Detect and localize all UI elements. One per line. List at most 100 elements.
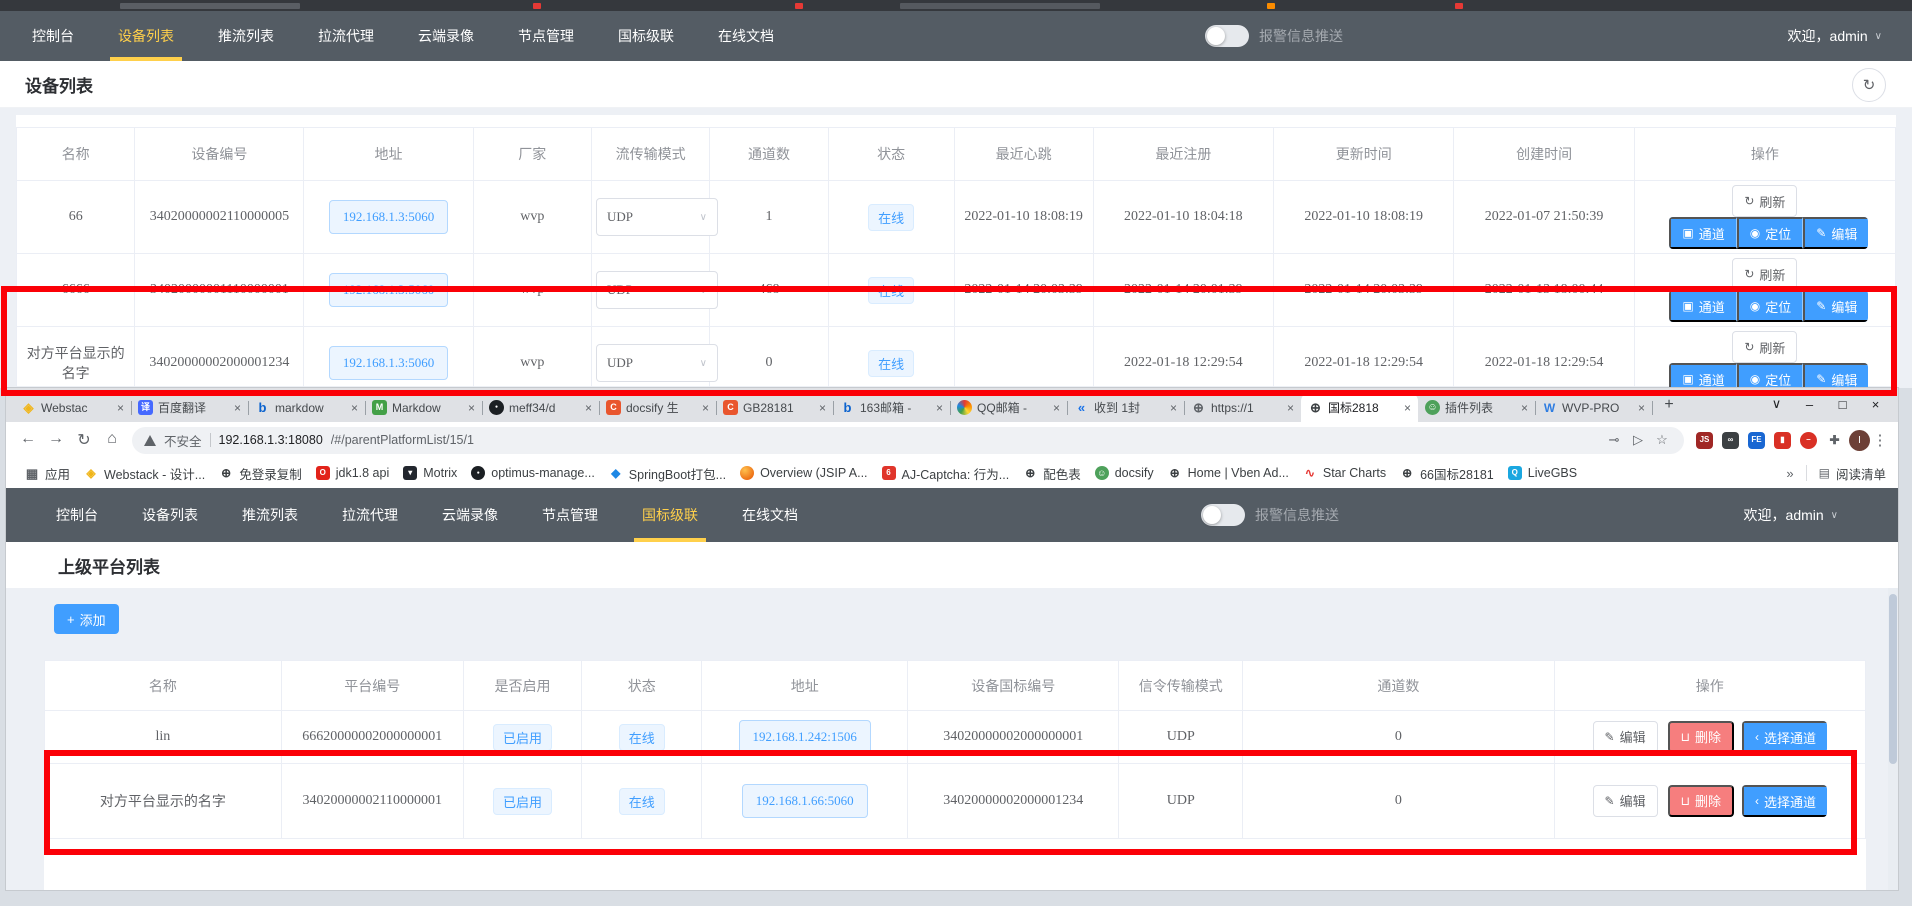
nav-tab-4[interactable]: 拉流代理: [296, 11, 396, 61]
reload-icon[interactable]: ↻: [70, 430, 98, 450]
tab-close-icon[interactable]: ×: [234, 401, 241, 415]
address-badge[interactable]: 192.168.1.66:5060: [742, 784, 868, 818]
alarm-toggle[interactable]: [1205, 25, 1249, 47]
locate-button[interactable]: ◉定位: [1737, 290, 1804, 322]
add-platform-button[interactable]: + 添加: [54, 604, 119, 634]
select-channel-button[interactable]: ‹选择通道: [1742, 721, 1827, 753]
browser-tab[interactable]: ☺插件列表×: [1418, 393, 1535, 422]
tab-close-icon[interactable]: ×: [1404, 401, 1411, 415]
tab-close-icon[interactable]: ×: [936, 401, 943, 415]
browser-tab[interactable]: b163邮箱 -×: [833, 393, 950, 422]
bookmark-item[interactable]: Ojdk1.8 api: [309, 466, 397, 480]
browser-menu-icon[interactable]: ⋮: [1870, 431, 1890, 449]
delete-button[interactable]: ⊔删除: [1668, 785, 1734, 817]
tab-close-icon[interactable]: ×: [1638, 401, 1645, 415]
channel-button[interactable]: ▣通道: [1669, 290, 1736, 322]
key-icon[interactable]: ⊸: [1602, 432, 1626, 448]
nav-tab-1[interactable]: 控制台: [10, 11, 96, 61]
bookmark-item[interactable]: ▦应用: [18, 464, 77, 483]
tab-close-icon[interactable]: ×: [468, 401, 475, 415]
js-extension-icon[interactable]: JS: [1696, 432, 1713, 449]
nav-tab-1[interactable]: 控制台: [34, 488, 120, 542]
select-channel-button[interactable]: ‹选择通道: [1742, 785, 1827, 817]
tab-close-icon[interactable]: ×: [1053, 401, 1060, 415]
stream-mode-select[interactable]: UDP∨: [596, 271, 718, 309]
nav-tab-7[interactable]: 国标级联: [620, 488, 720, 542]
refresh-button[interactable]: ↻刷新: [1732, 331, 1797, 363]
tab-close-icon[interactable]: ×: [585, 401, 592, 415]
browser-tab[interactable]: ⊕国标2818×: [1301, 393, 1418, 422]
tab-close-icon[interactable]: ×: [1170, 401, 1177, 415]
bookmark-item[interactable]: ⊕免登录复制: [212, 464, 309, 483]
nav-tab-2[interactable]: 设备列表: [120, 488, 220, 542]
nav-tab-3[interactable]: 推流列表: [220, 488, 320, 542]
edit-button[interactable]: ✎编辑: [1593, 721, 1658, 753]
nav-tab-6[interactable]: 节点管理: [520, 488, 620, 542]
nav-tab-3[interactable]: 推流列表: [196, 11, 296, 61]
new-tab-button[interactable]: +: [1656, 392, 1682, 418]
browser-tab[interactable]: 译百度翻译×: [131, 393, 248, 422]
back-icon[interactable]: ←: [14, 430, 42, 450]
browser-tab[interactable]: bmarkdow×: [248, 393, 365, 422]
forward-icon[interactable]: →: [42, 430, 70, 450]
browser-tab[interactable]: WWVP-PRO×: [1535, 393, 1652, 422]
edit-button[interactable]: ✎编辑: [1803, 217, 1868, 249]
nav-tab-4[interactable]: 拉流代理: [320, 488, 420, 542]
nav-tab-5[interactable]: 云端录像: [396, 11, 496, 61]
home-icon[interactable]: ⌂: [98, 430, 126, 450]
tab-close-icon[interactable]: ×: [702, 401, 709, 415]
bookmark-item[interactable]: ☺docsify: [1088, 466, 1161, 480]
channel-button[interactable]: ▣通道: [1669, 217, 1736, 249]
page-scrollbar[interactable]: [1888, 588, 1898, 890]
bookmark-item[interactable]: ⊕Home | Vben Ad...: [1161, 466, 1296, 480]
nav-tab-8[interactable]: 在线文档: [720, 488, 820, 542]
refresh-page-button[interactable]: ↻: [1852, 68, 1886, 102]
alarm-toggle[interactable]: [1201, 504, 1245, 526]
tab-close-icon[interactable]: ×: [1287, 401, 1294, 415]
refresh-button[interactable]: ↻刷新: [1732, 258, 1797, 290]
no-entry-extension-icon[interactable]: –: [1800, 432, 1817, 449]
browser-tab[interactable]: Cdocsify 生×: [599, 393, 716, 422]
nav-tab-7[interactable]: 国标级联: [596, 11, 696, 61]
bookmark-item[interactable]: ▾Motrix: [396, 466, 464, 480]
browser-tab[interactable]: CGB28181×: [716, 393, 833, 422]
profile-avatar[interactable]: I: [1849, 430, 1870, 451]
locate-button[interactable]: ◉定位: [1737, 217, 1804, 249]
stream-mode-select[interactable]: UDP∨: [596, 344, 718, 382]
send-icon[interactable]: ▷: [1626, 432, 1650, 448]
maximize-button[interactable]: □: [1826, 397, 1859, 412]
address-bar[interactable]: 不安全 192.168.1.3:18080 /#/parentPlatformL…: [132, 427, 1684, 454]
bookmark-item[interactable]: ◆SpringBoot打包...: [602, 464, 733, 483]
tab-close-icon[interactable]: ×: [117, 401, 124, 415]
browser-tab[interactable]: ◈Webstac×: [14, 393, 131, 422]
block-hand-extension-icon[interactable]: ▮: [1774, 432, 1791, 449]
address-badge[interactable]: 192.168.1.3:5060: [329, 273, 448, 307]
bookmark-item[interactable]: ◈Webstack - 设计...: [77, 464, 212, 483]
tab-search-chevron[interactable]: ∨: [1760, 396, 1793, 412]
delete-button[interactable]: ⊔删除: [1668, 721, 1734, 753]
address-badge[interactable]: 192.168.1.3:5060: [329, 200, 448, 234]
user-menu[interactable]: 欢迎，admin ∨: [1744, 488, 1838, 542]
close-button[interactable]: ×: [1859, 397, 1892, 412]
bookmark-item[interactable]: ●optimus-manage...: [464, 466, 602, 480]
bookmarks-overflow-icon[interactable]: »: [1786, 466, 1793, 481]
reading-list-button[interactable]: ▤ 阅读清单: [1819, 464, 1886, 483]
browser-tab[interactable]: ●meff34/d×: [482, 393, 599, 422]
refresh-button[interactable]: ↻刷新: [1732, 185, 1797, 217]
bookmark-item[interactable]: ∿Star Charts: [1296, 466, 1393, 480]
tab-close-icon[interactable]: ×: [819, 401, 826, 415]
bookmark-item[interactable]: ⊕配色表: [1016, 464, 1088, 483]
stream-mode-select[interactable]: UDP∨: [596, 198, 718, 236]
bookmark-item[interactable]: Overview (JSIP A...: [733, 466, 874, 480]
tab-close-icon[interactable]: ×: [351, 401, 358, 415]
bookmark-item[interactable]: ⊕66国标28181: [1393, 464, 1501, 483]
browser-tab[interactable]: QQ邮箱 -×: [950, 393, 1067, 422]
nav-tab-8[interactable]: 在线文档: [696, 11, 796, 61]
user-menu[interactable]: 欢迎，admin ∨: [1788, 11, 1882, 61]
incognito-extension-icon[interactable]: ∞: [1722, 432, 1739, 449]
tab-close-icon[interactable]: ×: [1521, 401, 1528, 415]
edit-button[interactable]: ✎编辑: [1803, 290, 1868, 322]
nav-tab-2[interactable]: 设备列表: [96, 11, 196, 61]
minimize-button[interactable]: –: [1793, 397, 1826, 412]
address-badge[interactable]: 192.168.1.242:1506: [739, 720, 871, 754]
